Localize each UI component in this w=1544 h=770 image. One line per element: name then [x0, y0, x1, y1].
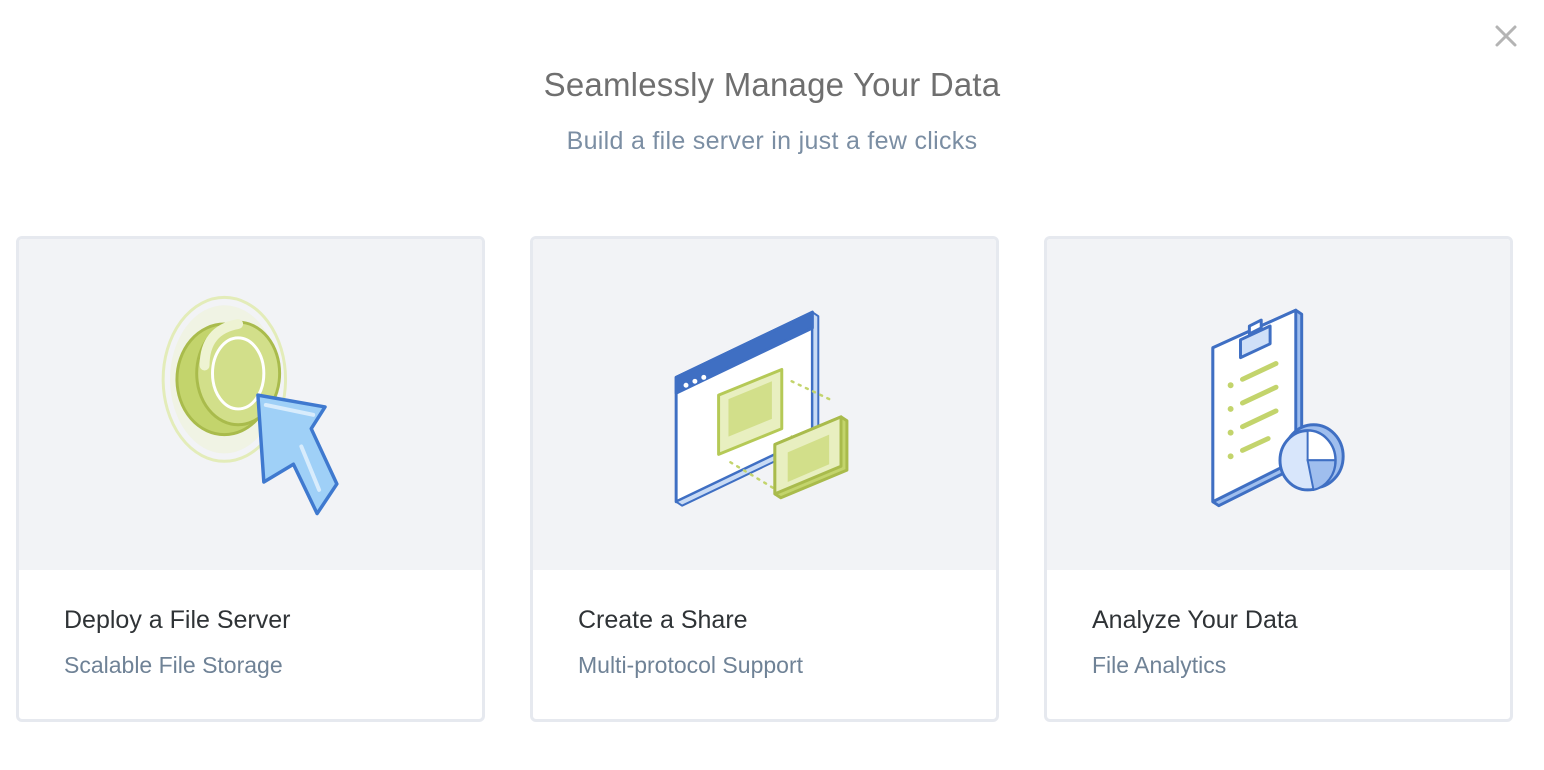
welcome-dialog: Seamlessly Manage Your Data Build a file… — [0, 0, 1544, 770]
analyze-data-card[interactable]: Analyze Your Data File Analytics — [1044, 236, 1513, 722]
card-subtitle: File Analytics — [1092, 652, 1227, 678]
dialog-subtitle: Build a file server in just a few clicks — [566, 127, 978, 155]
card-subtitle: Scalable File Storage — [64, 652, 283, 678]
card-subtitle: Multi-protocol Support — [578, 652, 803, 678]
card-illustration — [533, 239, 996, 570]
card-illustration — [1047, 239, 1510, 570]
card-illustration — [19, 239, 482, 570]
click-button-icon — [161, 295, 339, 516]
deploy-file-server-card[interactable]: Deploy a File Server Scalable File Stora… — [16, 236, 485, 722]
card-title: Analyze Your Data — [1092, 606, 1298, 634]
clipboard-analytics-icon — [1211, 308, 1345, 508]
close-button[interactable] — [1490, 20, 1522, 52]
card-title: Create a Share — [578, 606, 748, 634]
close-icon — [1495, 25, 1517, 47]
create-share-card[interactable]: Create a Share Multi-protocol Support — [530, 236, 999, 722]
dialog-title: Seamlessly Manage Your Data — [543, 66, 1001, 103]
card-title: Deploy a File Server — [64, 606, 291, 634]
share-window-icon — [674, 310, 849, 507]
